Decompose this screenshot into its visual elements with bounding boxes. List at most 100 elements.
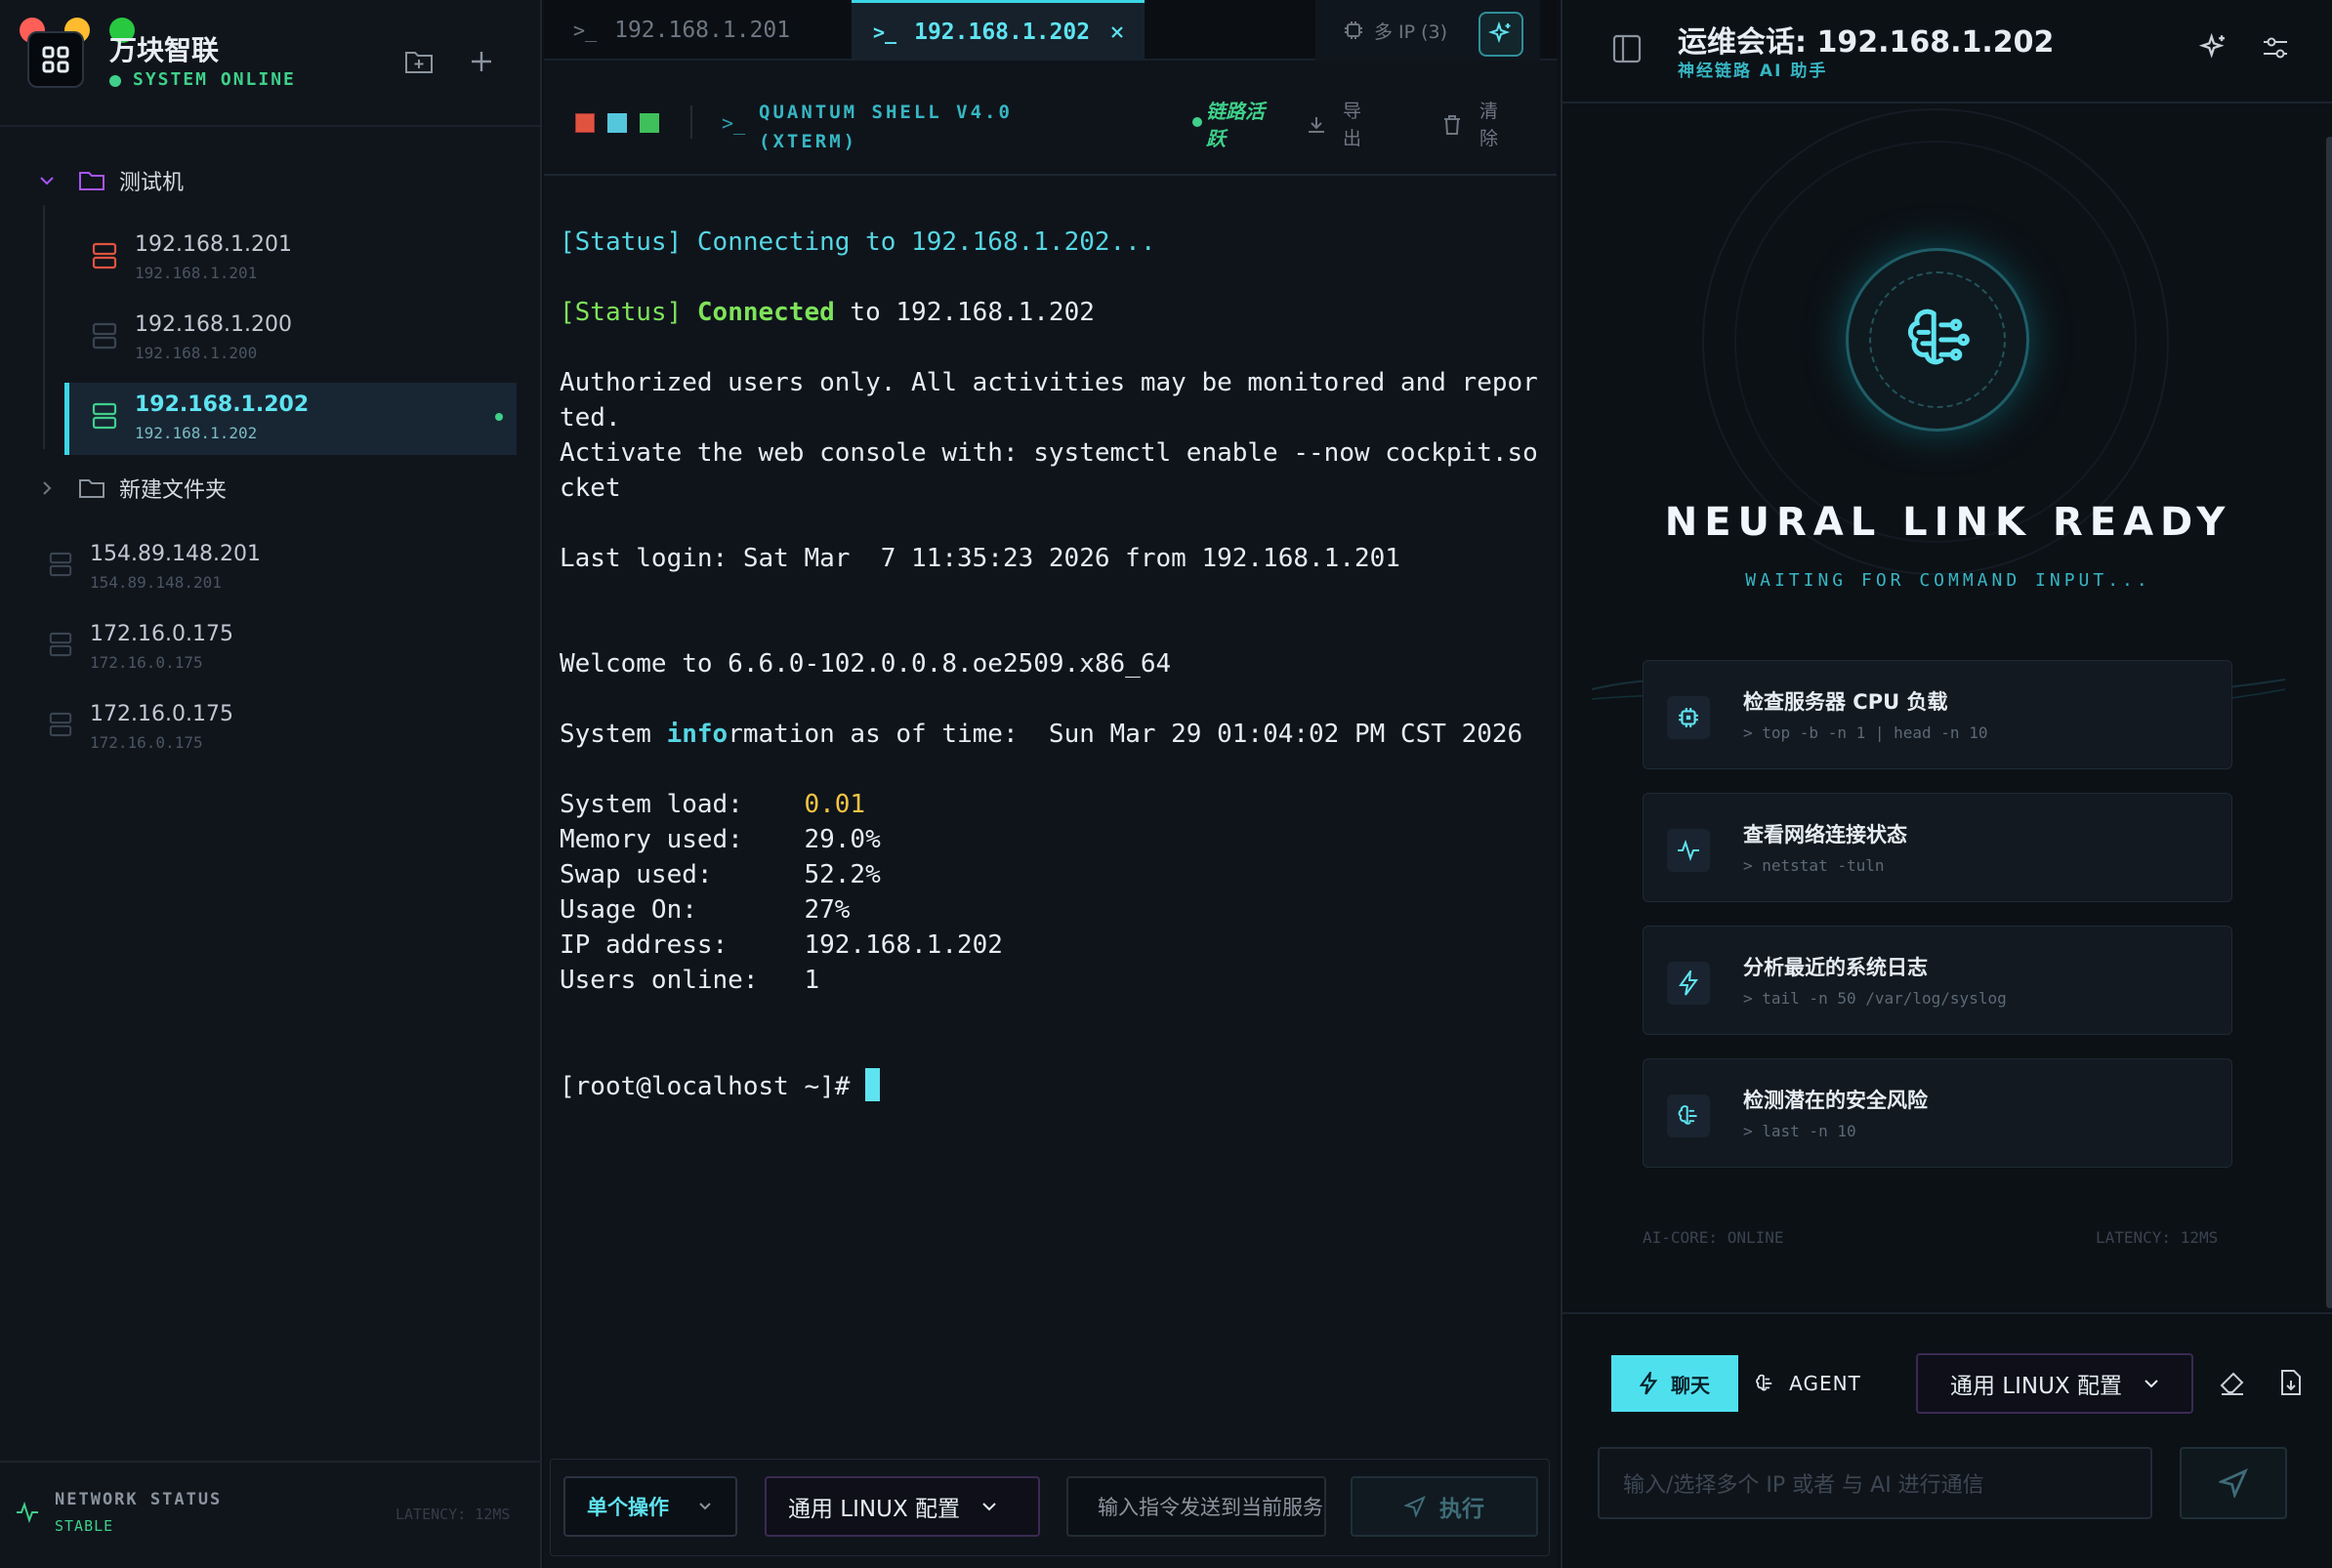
- host-item-192-168-1-200[interactable]: 192.168.1.200 192.168.1.200: [64, 303, 538, 375]
- activity-icon: [17, 1502, 38, 1523]
- trash-icon: [1444, 115, 1460, 135]
- ai-input-area: 聊天 AGENT 通用 LINUX 配置 输入/选择多个 IP 或者 与 AI …: [1562, 1312, 2332, 1568]
- folder-new-folder[interactable]: 新建文件夹: [37, 469, 227, 508]
- quick-action-title: 分析最近的系统日志: [1743, 956, 1928, 979]
- neural-ready-title: NEURAL LINK READY: [1664, 500, 2232, 545]
- neural-core: [1846, 248, 2029, 432]
- sidebar-header: 万块智联 SYSTEM ONLINE: [0, 0, 540, 127]
- tab-192-168-1-201[interactable]: >_ 192.168.1.201: [573, 0, 790, 61]
- terminal-line: rmation as of time: Sun Mar 29 01:04:02 …: [728, 720, 1523, 749]
- host-name: 172.16.0.175: [90, 702, 233, 726]
- terminal-cursor: [865, 1068, 881, 1101]
- tree-guide: [43, 205, 45, 449]
- shell-prompt: [root@localhost ~]#: [560, 1072, 866, 1101]
- folder-label: 测试机: [119, 171, 185, 195]
- close-icon[interactable]: [1109, 24, 1125, 40]
- grid-icon: [42, 46, 69, 73]
- ai-core-status: AI-CORE: ONLINE: [1643, 1228, 1784, 1247]
- quick-action-security-risk[interactable]: 检测潜在的安全风险 > last -n 10: [1643, 1058, 2232, 1168]
- ai-chat-input-placeholder: 输入/选择多个 IP 或者 与 AI 进行通信: [1623, 1473, 1984, 1498]
- ai-send-button[interactable]: [2180, 1447, 2287, 1519]
- host-address: 192.168.1.201: [135, 264, 258, 282]
- app-logo: [27, 31, 84, 88]
- tab-label: 192.168.1.202: [914, 19, 1091, 45]
- clear-button[interactable]: 清除: [1442, 98, 1498, 152]
- host-item-192-168-1-202[interactable]: 192.168.1.202 192.168.1.202: [64, 383, 517, 455]
- terminal-toolbar: >_ QUANTUM SHELL V4.0 (XTERM) 链路活跃 导出 清除: [544, 62, 1557, 176]
- add-host-button[interactable]: [465, 45, 498, 78]
- quick-action-command: > tail -n 50 /var/log/syslog: [1743, 989, 2007, 1008]
- network-latency: LATENCY: 12MS: [396, 1506, 511, 1523]
- status-dot: [109, 75, 121, 87]
- host-item-154-89-148-201[interactable]: 154.89.148.201 154.89.148.201: [21, 532, 495, 604]
- settings-sliders-icon[interactable]: [2262, 35, 2289, 61]
- chat-mode-button[interactable]: 聊天: [1611, 1355, 1738, 1412]
- cpu-icon: [1679, 708, 1698, 727]
- command-input-placeholder: 输入指令发送到当前服务器: [1098, 1496, 1326, 1519]
- ai-profile-label: 通用 LINUX 配置: [1949, 1374, 2122, 1399]
- quick-action-system-logs[interactable]: 分析最近的系统日志 > tail -n 50 /var/log/syslog: [1643, 926, 2232, 1035]
- host-item-172-16-0-175[interactable]: 172.16.0.175 172.16.0.175: [21, 612, 495, 684]
- icon-box: [1667, 696, 1710, 739]
- new-folder-button[interactable]: [402, 45, 436, 78]
- command-input[interactable]: 输入指令发送到当前服务器: [1066, 1476, 1326, 1537]
- file-import-icon[interactable]: [2279, 1369, 2303, 1396]
- quick-action-network-status[interactable]: 查看网络连接状态 > netstat -tuln: [1643, 793, 2232, 902]
- terminal-output[interactable]: [Status] Connecting to 192.168.1.202... …: [560, 225, 1538, 1104]
- chevron-down-icon: [40, 177, 54, 186]
- terminal-line: to 192.168.1.202: [834, 298, 1095, 327]
- link-active-label: 链路活跃: [1206, 100, 1265, 150]
- chevron-down-icon: [699, 1503, 711, 1510]
- ai-scrollbar[interactable]: [2326, 137, 2332, 1308]
- server-icon: [49, 632, 72, 657]
- folder-plus-icon: [405, 52, 433, 73]
- host-item-192-168-1-201[interactable]: 192.168.1.201 192.168.1.201: [64, 223, 538, 295]
- quick-action-title: 检测潜在的安全风险: [1743, 1089, 1928, 1112]
- chevron-down-icon: [2145, 1380, 2158, 1388]
- highlight-text: info: [666, 720, 729, 749]
- terminal-line: Authorized users only. All activities ma…: [560, 368, 1538, 433]
- host-address: 172.16.0.175: [90, 653, 203, 672]
- brain-circuit-icon: [1907, 309, 1970, 365]
- download-icon: [1309, 117, 1324, 133]
- host-item-172-16-0-175-b[interactable]: 172.16.0.175 172.16.0.175: [21, 692, 495, 764]
- brain-circuit-icon: [1678, 1105, 1697, 1125]
- folder-icon: [79, 479, 104, 498]
- folder-test-machines[interactable]: 测试机: [37, 161, 184, 200]
- chat-mode-label: 聊天: [1671, 1373, 1710, 1397]
- ai-profile-select[interactable]: 通用 LINUX 配置: [1916, 1353, 2193, 1414]
- profile-select[interactable]: 通用 LINUX 配置: [765, 1476, 1040, 1537]
- online-dot: [495, 413, 503, 421]
- server-icon: [92, 402, 117, 430]
- clear-label: 清除: [1479, 101, 1499, 149]
- quick-action-cpu-load[interactable]: 检查服务器 CPU 负载 > top -b -n 1 | head -n 10: [1643, 660, 2232, 769]
- system-load-value: 0.01: [804, 790, 866, 819]
- neural-waiting-text: WAITING FOR COMMAND INPUT...: [1745, 570, 2151, 591]
- command-bar: 单个操作 通用 LINUX 配置 输入指令发送到当前服务器 执行: [544, 1455, 1557, 1568]
- operation-mode-select[interactable]: 单个操作: [563, 1476, 737, 1537]
- shell-title: QUANTUM SHELL V4.0 (XTERM): [759, 102, 1013, 152]
- chevron-right-icon: [43, 481, 52, 495]
- app-status: SYSTEM ONLINE: [133, 69, 296, 90]
- server-icon: [49, 712, 72, 737]
- ai-chat-input[interactable]: 输入/选择多个 IP 或者 与 AI 进行通信: [1598, 1447, 2152, 1519]
- sidebar-toggle-icon[interactable]: [1611, 33, 1643, 64]
- connected-text: Connected: [696, 298, 835, 327]
- neural-core-ring: [1869, 271, 2006, 408]
- terminal-line: Activate the web console with: systemctl…: [560, 438, 1538, 503]
- host-address: 154.89.148.201: [90, 573, 222, 592]
- ai-sparkle-button[interactable]: [1478, 12, 1523, 57]
- terminal-line: Connecting to 192.168.1.202...: [682, 227, 1156, 257]
- sparkles-icon[interactable]: [2199, 33, 2228, 62]
- eraser-icon[interactable]: [2219, 1371, 2246, 1396]
- status-tag: [Status]: [560, 227, 683, 257]
- execute-button[interactable]: 执行: [1351, 1476, 1538, 1537]
- ai-panel: 运维会话: 192.168.1.202 神经链路 AI 助手 NEURAL LI…: [1561, 0, 2332, 1568]
- tab-192-168-1-202[interactable]: >_ 192.168.1.202: [852, 0, 1145, 61]
- host-address: 172.16.0.175: [90, 733, 203, 752]
- agent-mode-button[interactable]: AGENT: [1744, 1355, 1871, 1412]
- blue-square: [607, 113, 627, 133]
- export-button[interactable]: 导出: [1306, 98, 1361, 152]
- server-icon: [92, 322, 117, 350]
- quick-action-command: > netstat -tuln: [1743, 856, 1885, 875]
